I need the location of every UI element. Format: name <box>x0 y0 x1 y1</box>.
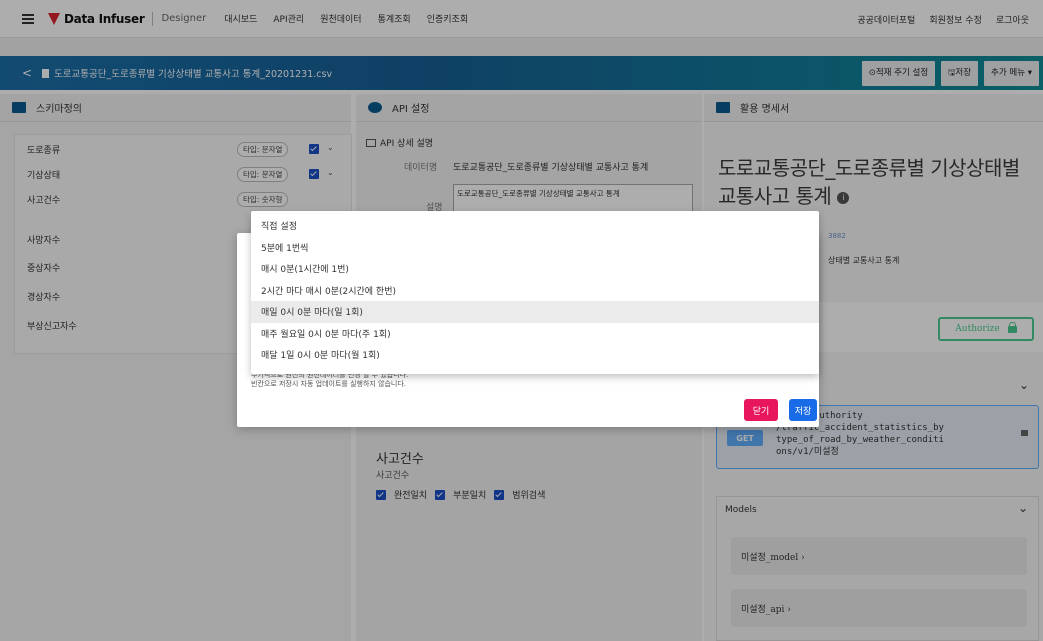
cycle-dropdown: 직접 설정 5분에 1번씩 매시 0분(1시간에 1번) 2시간 마다 매시 0… <box>251 211 819 374</box>
dropdown-option[interactable]: 매달 1일 0시 0분 마다(월 1회) <box>251 344 819 366</box>
dropdown-option-highlighted[interactable]: 매일 0시 0분 마다(일 1회) <box>251 301 819 323</box>
dropdown-option[interactable]: 직접 설정 <box>251 215 819 237</box>
modal-save-button[interactable]: 저장 <box>789 399 817 421</box>
dropdown-option[interactable]: 매주 월요일 0시 0분 마다(주 1회) <box>251 323 819 345</box>
modal-note-line: 빈칸으로 저장시 자동 업데이트를 실행하지 않습니다. <box>251 380 407 388</box>
close-button[interactable]: 닫기 <box>744 399 778 421</box>
dropdown-option[interactable]: 5분에 1번씩 <box>251 237 819 259</box>
dropdown-option[interactable]: 매시 0분(1시간에 1번) <box>251 258 819 280</box>
dropdown-option[interactable]: 2시간 마다 매시 0분(2시간에 한번) <box>251 280 819 302</box>
